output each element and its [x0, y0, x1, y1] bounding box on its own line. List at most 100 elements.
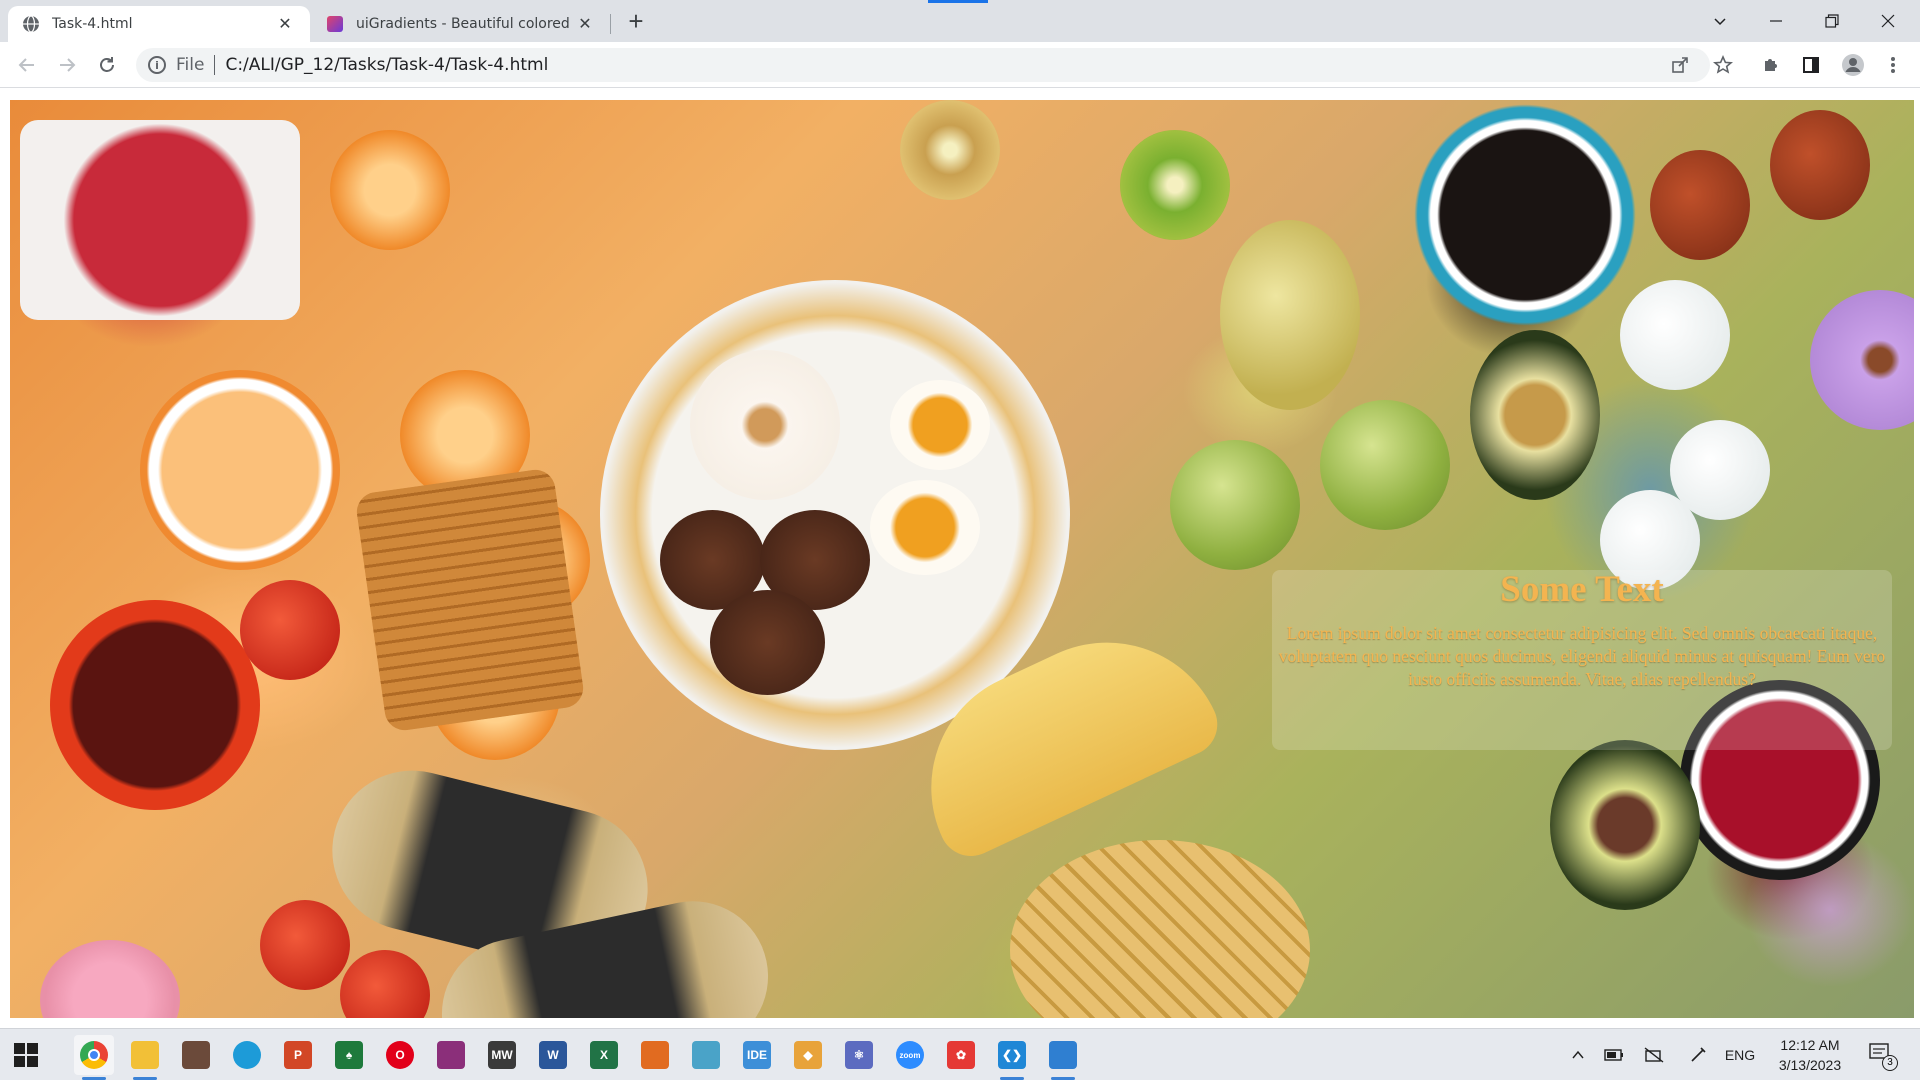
taskbar-app-powerpoint[interactable]: P — [278, 1035, 318, 1075]
taskbar-app-vscode[interactable]: ❮❯ — [992, 1035, 1032, 1080]
close-window-button[interactable] — [1860, 0, 1916, 42]
brown-egg — [1770, 110, 1870, 220]
solitaire-icon: ♠ — [335, 1041, 363, 1069]
taskbar-app-git[interactable]: ◆ — [788, 1035, 828, 1075]
chrome-icon — [80, 1041, 108, 1069]
atom-icon: ⚛ — [845, 1041, 873, 1069]
taskbar-app-photos[interactable] — [1043, 1035, 1083, 1080]
opera-icon: O — [386, 1041, 414, 1069]
photo-viewer-icon — [182, 1041, 210, 1069]
share-icon[interactable] — [1670, 55, 1690, 75]
side-panel-icon[interactable] — [1796, 50, 1826, 80]
egg-yolk — [870, 480, 980, 575]
matlab-icon — [641, 1041, 669, 1069]
tab-search-button[interactable] — [1692, 0, 1748, 42]
pen-icon[interactable] — [1684, 1029, 1712, 1081]
taskbar-app-matlab[interactable] — [635, 1035, 675, 1075]
egg-yolk — [890, 380, 990, 470]
app-icon: ✿ — [947, 1041, 975, 1069]
excel-icon: X — [590, 1041, 618, 1069]
menu-kebab-icon[interactable] — [1878, 50, 1908, 80]
battery-icon[interactable] — [1600, 1029, 1628, 1081]
pear — [1220, 220, 1360, 410]
close-icon — [1881, 14, 1895, 28]
caption-title: Some Text — [1500, 569, 1664, 610]
profile-avatar-icon[interactable] — [1838, 50, 1868, 80]
page-viewport: Some Text Lorem ipsum dolor sit amet con… — [0, 88, 1920, 1028]
raspberry-box — [20, 120, 300, 320]
taskbar-app-excel[interactable]: X — [584, 1035, 624, 1075]
taskbar-app-zoom[interactable]: zoom — [890, 1035, 930, 1075]
chrome-center — [88, 1049, 100, 1061]
taskbar-app-ide[interactable]: IDE — [737, 1035, 777, 1075]
bookmark-star-icon[interactable] — [1708, 50, 1738, 80]
kiwi — [1120, 130, 1230, 240]
restore-icon — [1825, 14, 1839, 28]
minimize-button[interactable] — [1748, 0, 1804, 42]
taskbar-app-simulink[interactable] — [686, 1035, 726, 1075]
tab-separator — [610, 14, 611, 34]
network-icon[interactable] — [1640, 1029, 1668, 1081]
simulink-icon — [692, 1041, 720, 1069]
info-icon[interactable]: i — [148, 56, 166, 74]
language-indicator[interactable]: ENG — [1720, 1029, 1760, 1081]
chevron-down-icon — [1714, 18, 1726, 26]
start-button[interactable] — [14, 1043, 38, 1067]
taskbar-app-file-explorer[interactable] — [125, 1035, 165, 1080]
minimize-icon — [1770, 20, 1782, 22]
vscode-icon: ❮❯ — [998, 1041, 1026, 1069]
show-hidden-icons-button[interactable] — [1564, 1029, 1592, 1081]
chevron-up-icon — [1572, 1050, 1584, 1059]
back-button[interactable] — [12, 50, 42, 80]
taskbar-app-opera[interactable]: O — [380, 1035, 420, 1075]
new-tab-button[interactable]: + — [622, 8, 650, 36]
donut-purple — [1810, 290, 1914, 430]
taskbar-app-mathworks[interactable]: MW — [482, 1035, 522, 1075]
close-tab-icon[interactable]: ✕ — [274, 13, 296, 35]
donut — [690, 350, 840, 500]
word-icon: W — [539, 1041, 567, 1069]
forward-button[interactable] — [52, 50, 82, 80]
taskbar-app-chrome[interactable] — [74, 1035, 114, 1080]
notification-center-button[interactable]: 3 — [1868, 1041, 1898, 1071]
avocado — [1470, 330, 1600, 500]
taskbar-app-app[interactable]: ✿ — [941, 1035, 981, 1075]
clock[interactable]: 12:12 AM 3/13/2023 — [1760, 1035, 1860, 1075]
arrow-right-icon — [60, 58, 76, 72]
tea-cup — [50, 600, 260, 810]
extensions-icon[interactable] — [1756, 50, 1786, 80]
tab-title: Task-4.html — [52, 16, 133, 32]
tab-task-4[interactable]: Task-4.html ✕ — [8, 6, 310, 42]
egg — [1620, 280, 1730, 390]
tab-uigradients[interactable]: uiGradients - Beautiful colored gr ✕ — [312, 6, 610, 42]
tomato — [240, 580, 340, 680]
powerpoint-icon: P — [284, 1041, 312, 1069]
apple — [1320, 400, 1450, 530]
url-text[interactable]: C:/ALI/GP_12/Tasks/Task-4/Task-4.html — [225, 55, 548, 75]
waffle — [354, 467, 586, 733]
apple — [1170, 440, 1300, 570]
taskbar-app-photo-viewer[interactable] — [176, 1035, 216, 1075]
mathworks-icon: MW — [488, 1041, 516, 1069]
address-bar[interactable]: i File C:/ALI/GP_12/Tasks/Task-4/Task-4.… — [136, 48, 1710, 82]
pineapple — [1010, 840, 1310, 1018]
notification-badge: 3 — [1882, 1055, 1898, 1071]
taskbar-app-edge[interactable] — [227, 1035, 267, 1075]
avocado — [1550, 740, 1700, 910]
clock-date: 3/13/2023 — [1778, 1057, 1842, 1073]
tomato — [260, 900, 350, 990]
close-tab-icon[interactable]: ✕ — [574, 13, 596, 35]
tomato — [340, 950, 430, 1018]
taskbar-app-atom[interactable]: ⚛ — [839, 1035, 879, 1075]
winrar-icon — [437, 1041, 465, 1069]
photos-icon — [1049, 1041, 1077, 1069]
taskbar-app-solitaire[interactable]: ♠ — [329, 1035, 369, 1075]
taskbar-app-winrar[interactable] — [431, 1035, 471, 1075]
caption-block: Some Text Lorem ipsum dolor sit amet con… — [1262, 568, 1902, 691]
browser-toolbar: i File C:/ALI/GP_12/Tasks/Task-4/Task-4.… — [0, 42, 1920, 88]
arrow-left-icon — [18, 58, 34, 72]
taskbar-app-word[interactable]: W — [533, 1035, 573, 1075]
restore-button[interactable] — [1804, 0, 1860, 42]
git-icon: ◆ — [794, 1041, 822, 1069]
reload-button[interactable] — [92, 50, 122, 80]
